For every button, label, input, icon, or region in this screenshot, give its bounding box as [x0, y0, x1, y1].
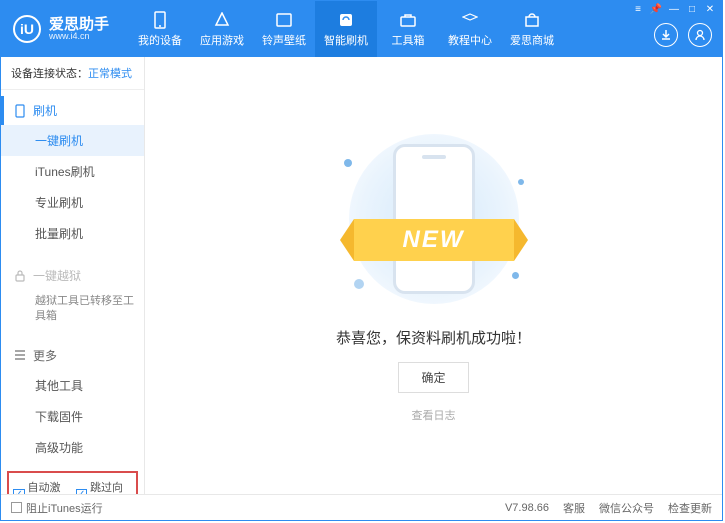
version-label: V7.98.66 [505, 502, 549, 514]
nav-store[interactable]: 爱思商城 [501, 1, 563, 57]
confirm-button[interactable]: 确定 [398, 362, 468, 393]
nav-tutorial[interactable]: 教程中心 [439, 1, 501, 57]
menu-icon[interactable]: ≡ [630, 3, 646, 15]
checkbox-label: 跳过向导 [90, 479, 132, 494]
nav-my-device[interactable]: 我的设备 [129, 1, 191, 57]
main-nav: 我的设备 应用游戏 铃声壁纸 智能刷机 工具箱 教程中心 [129, 1, 563, 57]
section-label: 刷机 [33, 102, 57, 119]
nav-label: 铃声壁纸 [262, 32, 306, 48]
sidebar-item-itunes[interactable]: iTunes刷机 [1, 156, 144, 187]
app-url: www.i4.cn [49, 32, 109, 41]
nav-apps[interactable]: 应用游戏 [191, 1, 253, 57]
close-icon[interactable]: ✕ [702, 3, 718, 15]
apps-icon [213, 11, 231, 29]
options-row: ✓ 自动激活 ✓ 跳过向导 [7, 471, 138, 494]
flash-icon [337, 11, 355, 29]
user-button[interactable] [688, 23, 712, 47]
wallpaper-icon [275, 11, 293, 29]
nav-toolbox[interactable]: 工具箱 [377, 1, 439, 57]
nav-ringtone[interactable]: 铃声壁纸 [253, 1, 315, 57]
sidebar-item-batch[interactable]: 批量刷机 [1, 218, 144, 249]
wechat-link[interactable]: 微信公众号 [599, 500, 654, 516]
sidebar-item-other[interactable]: 其他工具 [1, 370, 144, 401]
section-label: 一键越狱 [33, 267, 81, 284]
nav-label: 爱思商城 [510, 32, 554, 48]
checkbox-icon [11, 502, 22, 513]
auto-activate-checkbox[interactable]: ✓ 自动激活 [13, 479, 70, 494]
lock-icon [13, 269, 27, 283]
pin-icon[interactable]: 📌 [648, 3, 664, 15]
nav-label: 我的设备 [138, 32, 182, 48]
connection-status: 设备连接状态：正常模式 [1, 57, 144, 90]
nav-flash[interactable]: 智能刷机 [315, 1, 377, 57]
header: iU 爱思助手 www.i4.cn 我的设备 应用游戏 铃声壁纸 智能刷机 [1, 1, 722, 57]
footer: 阻止iTunes运行 V7.98.66 客服 微信公众号 检查更新 [1, 494, 722, 520]
phone-icon [151, 11, 169, 29]
block-itunes-checkbox[interactable]: 阻止iTunes运行 [11, 500, 103, 516]
checkbox-label: 阻止iTunes运行 [26, 500, 103, 516]
tutorial-icon [461, 11, 479, 29]
jailbreak-note: 越狱工具已转移至工具箱 [1, 290, 144, 329]
sidebar-item-pro[interactable]: 专业刷机 [1, 187, 144, 218]
section-label: 更多 [33, 347, 57, 364]
section-flash[interactable]: 刷机 [1, 96, 144, 125]
success-illustration: NEW [324, 129, 544, 309]
logo-icon: iU [13, 15, 41, 43]
logo: iU 爱思助手 www.i4.cn [1, 15, 121, 43]
section-more[interactable]: 更多 [1, 341, 144, 370]
success-message: 恭喜您，保资料刷机成功啦！ [336, 327, 531, 348]
store-icon [523, 11, 541, 29]
app-title: 爱思助手 [49, 17, 109, 32]
toolbox-icon [399, 11, 417, 29]
service-link[interactable]: 客服 [563, 500, 585, 516]
update-link[interactable]: 检查更新 [668, 500, 712, 516]
new-banner: NEW [354, 219, 514, 261]
sidebar: 设备连接状态：正常模式 刷机 一键刷机 iTunes刷机 专业刷机 批量刷机 一… [1, 57, 145, 494]
more-icon [13, 348, 27, 362]
sidebar-item-download[interactable]: 下载固件 [1, 401, 144, 432]
nav-label: 工具箱 [392, 32, 425, 48]
skip-guide-checkbox[interactable]: ✓ 跳过向导 [76, 479, 133, 494]
maximize-icon[interactable]: □ [684, 3, 700, 15]
section-jailbreak[interactable]: 一键越狱 [1, 261, 144, 290]
nav-label: 应用游戏 [200, 32, 244, 48]
view-log-link[interactable]: 查看日志 [412, 407, 456, 423]
nav-label: 智能刷机 [324, 32, 368, 48]
checkbox-label: 自动激活 [28, 479, 70, 494]
sidebar-item-oneclick[interactable]: 一键刷机 [1, 125, 144, 156]
sidebar-item-advanced[interactable]: 高级功能 [1, 432, 144, 463]
main-content: NEW 恭喜您，保资料刷机成功啦！ 确定 查看日志 [145, 57, 722, 494]
nav-label: 教程中心 [448, 32, 492, 48]
download-button[interactable] [654, 23, 678, 47]
minimize-icon[interactable]: — [666, 3, 682, 15]
phone-icon [13, 104, 27, 118]
